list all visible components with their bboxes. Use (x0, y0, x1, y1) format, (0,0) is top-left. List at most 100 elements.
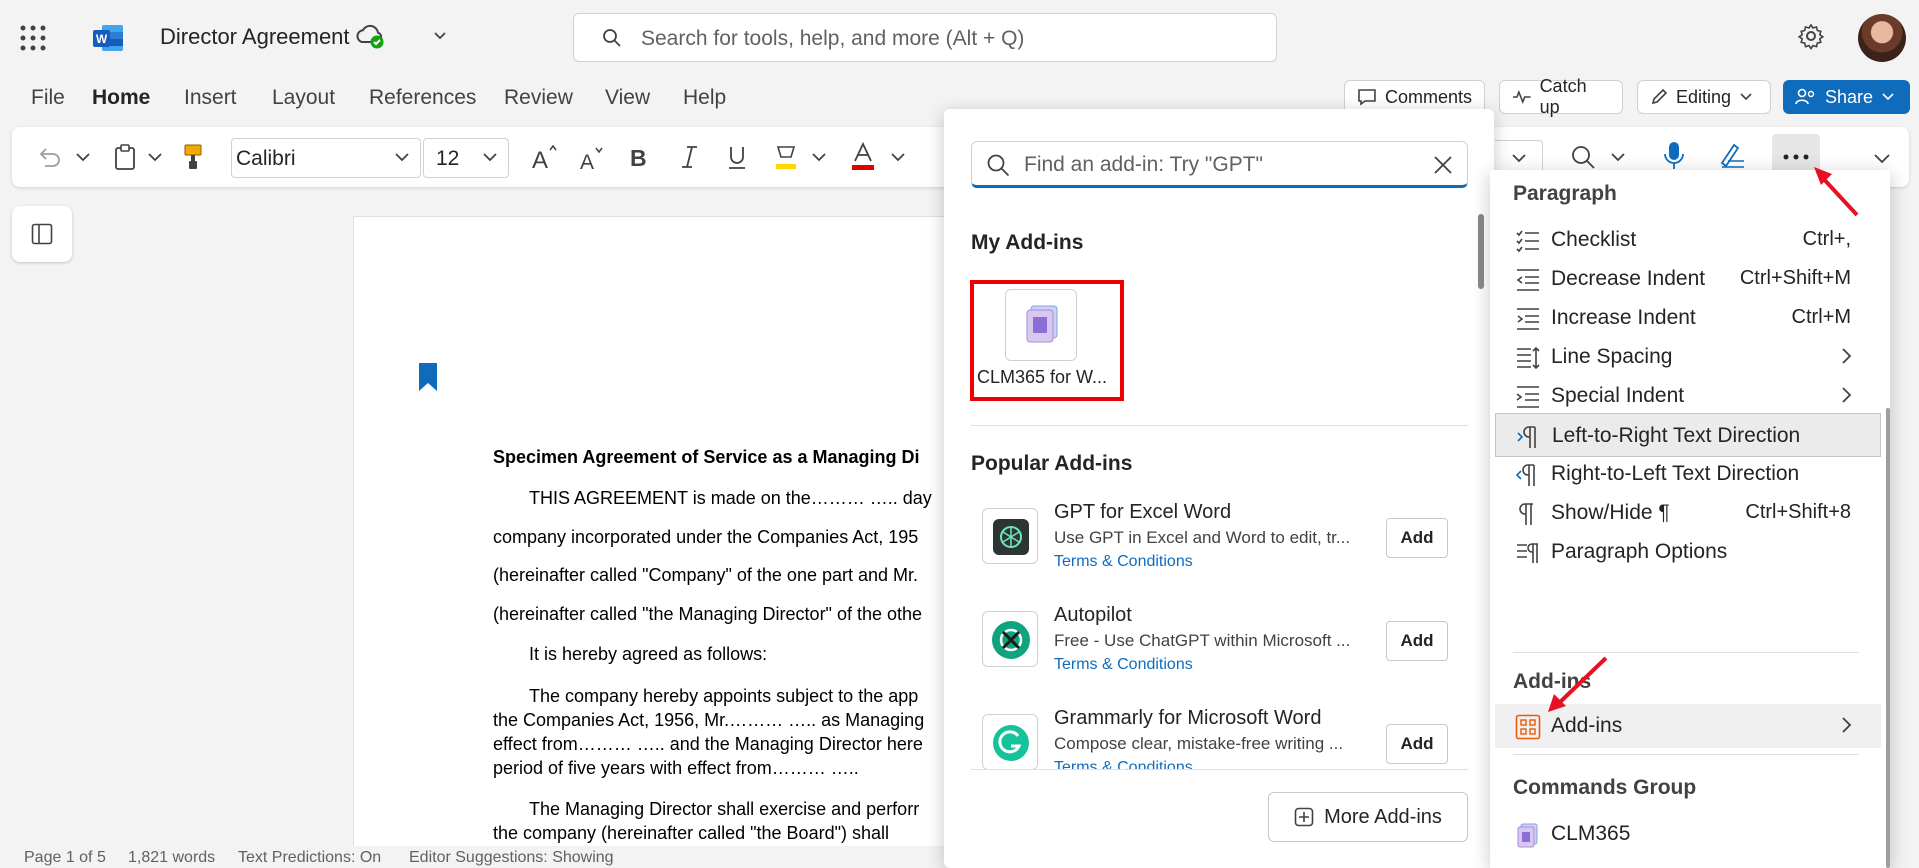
doc-line: period of five years with effect from………… (493, 758, 859, 778)
menu-item-checklist[interactable]: Checklist Ctrl+, (1495, 218, 1881, 262)
styles-dropdown[interactable] (1495, 140, 1543, 174)
add-addin-button[interactable]: Add (1386, 518, 1448, 558)
font-color-icon[interactable] (850, 142, 876, 172)
menu-item-rtl-direction[interactable]: Right-to-Left Text Direction (1495, 452, 1881, 496)
settings-gear-icon[interactable] (1797, 22, 1825, 50)
menu-home[interactable]: Home (92, 86, 150, 110)
menu-references[interactable]: References (369, 86, 476, 110)
shortcut: Ctrl+M (1791, 306, 1851, 328)
gpt-excel-word-logo-icon (982, 508, 1038, 564)
editing-mode-button[interactable]: Editing (1637, 80, 1771, 114)
panel-scrollbar-thumb[interactable] (1478, 214, 1484, 289)
word-logo-icon: W (92, 23, 124, 53)
page-count[interactable]: Page 1 of 5 (24, 849, 106, 867)
catch-up-button[interactable]: Catch up (1499, 76, 1623, 117)
addin-title[interactable]: Autopilot (1054, 604, 1132, 627)
menu-item-clm365[interactable]: CLM365 (1495, 812, 1881, 856)
addin-title[interactable]: Grammarly for Microsoft Word (1054, 707, 1321, 730)
global-search-input[interactable]: Search for tools, help, and more (Alt + … (573, 13, 1277, 62)
menu-item-ltr-direction[interactable]: Left-to-Right Text Direction (1495, 413, 1881, 457)
highlight-chevron-down-icon[interactable] (811, 152, 827, 164)
font-size-select[interactable]: 12 (423, 138, 509, 178)
pilcrow-icon (1519, 503, 1533, 525)
highlighter-icon[interactable] (773, 143, 799, 171)
text-predictions-status[interactable]: Text Predictions: On (238, 849, 381, 867)
menu-item-show-hide[interactable]: Show/Hide ¶ Ctrl+Shift+8 (1495, 491, 1881, 535)
svg-text:W: W (96, 32, 108, 46)
menu-item-special-indent[interactable]: Special Indent (1495, 374, 1881, 418)
ltr-paragraph-icon (1517, 426, 1536, 448)
menu-item-label: Checklist (1551, 228, 1637, 251)
word-count[interactable]: 1,821 words (128, 849, 215, 867)
title-dropdown-chevron-icon[interactable] (432, 28, 448, 44)
bookmark-icon (419, 363, 437, 391)
add-addin-button[interactable]: Add (1386, 724, 1448, 764)
find-chevron-down-icon[interactable] (1610, 152, 1626, 164)
font-name-value: Calibri (236, 147, 296, 170)
menu-item-label: Paragraph Options (1551, 540, 1728, 563)
menu-insert[interactable]: Insert (184, 86, 237, 110)
font-color-chevron-down-icon[interactable] (890, 152, 906, 164)
menu-item-paragraph-options[interactable]: Paragraph Options (1495, 530, 1881, 574)
ribbon-collapse-chevron-icon[interactable] (1873, 153, 1891, 165)
terms-link[interactable]: Terms & Conditions (1054, 759, 1193, 769)
menu-item-label: CLM365 (1551, 822, 1631, 845)
undo-icon[interactable] (36, 144, 62, 170)
user-avatar[interactable] (1858, 14, 1906, 62)
overflow-menu: Paragraph Checklist Ctrl+, Decrease Inde… (1490, 170, 1890, 868)
addin-title[interactable]: GPT for Excel Word (1054, 501, 1231, 524)
navigation-pane-button[interactable] (12, 206, 72, 262)
dictate-microphone-icon[interactable] (1662, 140, 1686, 172)
underline-icon[interactable] (726, 144, 748, 170)
addin-description: Free - Use ChatGPT within Microsoft ... (1054, 631, 1351, 650)
clm365-addin-tile[interactable] (1005, 289, 1077, 361)
comments-label: Comments (1384, 86, 1472, 107)
shrink-font-icon[interactable]: A (578, 144, 608, 174)
menu-item-increase-indent[interactable]: Increase Indent Ctrl+M (1495, 296, 1881, 340)
clipboard-icon[interactable] (113, 143, 137, 171)
menu-file[interactable]: File (31, 86, 65, 110)
menu-scrollbar-thumb[interactable] (1886, 408, 1890, 868)
menu-review[interactable]: Review (504, 86, 573, 110)
terms-link[interactable]: Terms & Conditions (1054, 553, 1193, 571)
editor-icon[interactable] (1718, 141, 1748, 171)
share-button[interactable]: Share (1783, 80, 1910, 114)
bold-icon[interactable]: B (629, 144, 651, 170)
shortcut: Ctrl+Shift+M (1739, 267, 1851, 289)
doc-line: (hereinafter called "Company" of the one… (493, 565, 919, 585)
menu-item-line-spacing[interactable]: Line Spacing (1495, 335, 1881, 379)
menu-item-label: Special Indent (1551, 384, 1685, 407)
editor-suggestions-status[interactable]: Editor Suggestions: Showing (409, 849, 614, 867)
app-launcher-icon[interactable] (20, 25, 50, 55)
document-title[interactable]: Director Agreement (160, 24, 350, 50)
addin-search-input[interactable]: Find an add-in: Try "GPT" (971, 141, 1468, 188)
clm365-logo-icon (1517, 823, 1538, 848)
commands-group-heading: Commands Group (1513, 776, 1697, 799)
clm365-addin-label[interactable]: CLM365 for W... (977, 367, 1107, 388)
italic-icon[interactable] (678, 144, 700, 170)
menu-view[interactable]: View (605, 86, 650, 110)
autopilot-logo-icon (982, 611, 1038, 667)
menu-help[interactable]: Help (683, 86, 726, 110)
svg-text:A: A (580, 151, 594, 174)
paste-chevron-down-icon[interactable] (147, 152, 163, 164)
clear-search-icon[interactable] (1433, 155, 1453, 175)
more-addins-button[interactable]: More Add-ins (1268, 792, 1468, 842)
saved-cloud-icon[interactable] (355, 24, 385, 50)
add-addin-button[interactable]: Add (1386, 621, 1448, 661)
undo-chevron-down-icon[interactable] (75, 152, 91, 164)
chevron-down-icon (1882, 93, 1894, 101)
format-painter-icon[interactable] (182, 142, 204, 172)
grow-font-icon[interactable]: A (530, 142, 560, 172)
chevron-right-icon (1842, 348, 1852, 364)
menu-item-decrease-indent[interactable]: Decrease Indent Ctrl+Shift+M (1495, 257, 1881, 301)
checklist-icon (1516, 230, 1539, 253)
terms-link[interactable]: Terms & Conditions (1054, 656, 1193, 674)
navigation-pane-icon (31, 223, 53, 245)
font-name-select[interactable]: Calibri (231, 138, 421, 178)
catch-up-label: Catch up (1539, 76, 1587, 117)
find-icon[interactable] (1570, 144, 1596, 170)
menu-layout[interactable]: Layout (272, 86, 335, 110)
title-bar: W Director Agreement Search for tools, h… (0, 0, 1919, 76)
rtl-paragraph-icon (1515, 464, 1535, 486)
